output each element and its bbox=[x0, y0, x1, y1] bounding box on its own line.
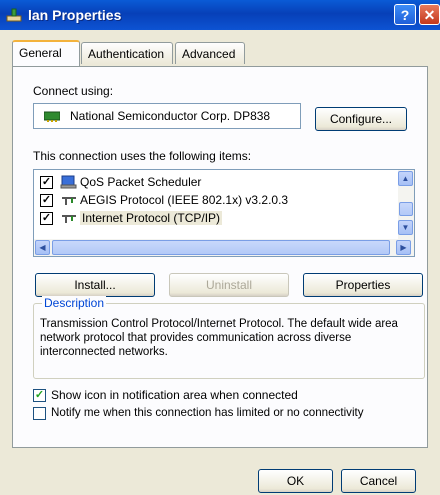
scroll-up-icon[interactable]: ▲ bbox=[398, 171, 413, 186]
general-tab-panel: Connect using: National Semiconductor Co… bbox=[12, 66, 428, 448]
item-label: AEGIS Protocol (IEEE 802.1x) v3.2.0.3 bbox=[80, 193, 289, 207]
list-item[interactable]: ✓ Internet Protocol (TCP/IP) bbox=[40, 210, 400, 228]
description-text: Transmission Control Protocol/Internet P… bbox=[40, 318, 398, 358]
tab-authentication[interactable]: Authentication bbox=[81, 42, 173, 64]
title-bar[interactable]: lan Properties ? ✕ bbox=[0, 0, 440, 30]
protocol-icon bbox=[62, 197, 76, 205]
tab-advanced[interactable]: Advanced bbox=[175, 42, 245, 64]
network-connection-icon bbox=[6, 8, 22, 22]
notify-checkbox[interactable] bbox=[33, 407, 46, 420]
item-checkbox[interactable]: ✓ bbox=[40, 194, 53, 207]
list-item[interactable]: ✓ AEGIS Protocol (IEEE 802.1x) v3.2.0.3 bbox=[40, 192, 400, 210]
components-list[interactable]: ✓ QoS Packet Scheduler ✓ AEGIS Protocol … bbox=[33, 169, 415, 257]
scroll-down-icon[interactable]: ▼ bbox=[398, 220, 413, 235]
install-button[interactable]: Install... bbox=[35, 273, 155, 297]
scroll-right-icon[interactable]: ▶ bbox=[396, 240, 411, 255]
list-item[interactable]: ✓ QoS Packet Scheduler bbox=[40, 174, 400, 192]
scroll-thumb[interactable] bbox=[399, 202, 413, 216]
protocol-icon bbox=[62, 215, 76, 223]
item-label: QoS Packet Scheduler bbox=[80, 175, 202, 189]
description-title: Description bbox=[42, 296, 107, 310]
adapter-field: National Semiconductor Corp. DP838 bbox=[33, 103, 301, 129]
help-button[interactable]: ? bbox=[394, 4, 416, 25]
cancel-button[interactable]: Cancel bbox=[341, 469, 416, 493]
uninstall-button[interactable]: Uninstall bbox=[169, 273, 289, 297]
ok-button[interactable]: OK bbox=[258, 469, 333, 493]
scroll-thumb[interactable] bbox=[52, 240, 390, 255]
item-checkbox[interactable]: ✓ bbox=[40, 176, 53, 189]
close-button[interactable]: ✕ bbox=[419, 4, 440, 25]
adapter-name: National Semiconductor Corp. DP838 bbox=[70, 109, 271, 123]
scroll-left-icon[interactable]: ◀ bbox=[35, 240, 50, 255]
description-group: Description Transmission Control Protoco… bbox=[33, 296, 425, 379]
show-icon-label[interactable]: Show icon in notification area when conn… bbox=[51, 388, 298, 402]
horizontal-scrollbar[interactable]: ◀ ▶ bbox=[34, 239, 414, 256]
connect-using-label: Connect using: bbox=[33, 84, 114, 98]
tab-general[interactable]: General bbox=[12, 40, 80, 66]
show-icon-checkbox[interactable]: ✓ bbox=[33, 389, 46, 402]
item-label: Internet Protocol (TCP/IP) bbox=[80, 211, 223, 225]
vertical-scrollbar[interactable]: ▲ ▼ bbox=[398, 170, 414, 239]
properties-button[interactable]: Properties bbox=[303, 273, 423, 297]
items-label: This connection uses the following items… bbox=[33, 149, 252, 163]
network-adapter-icon bbox=[44, 111, 60, 122]
notify-label[interactable]: Notify me when this connection has limit… bbox=[51, 406, 364, 419]
window-title: lan Properties bbox=[28, 7, 122, 23]
scheduler-icon bbox=[60, 175, 77, 189]
configure-button[interactable]: Configure... bbox=[315, 107, 407, 131]
item-checkbox[interactable]: ✓ bbox=[40, 212, 53, 225]
